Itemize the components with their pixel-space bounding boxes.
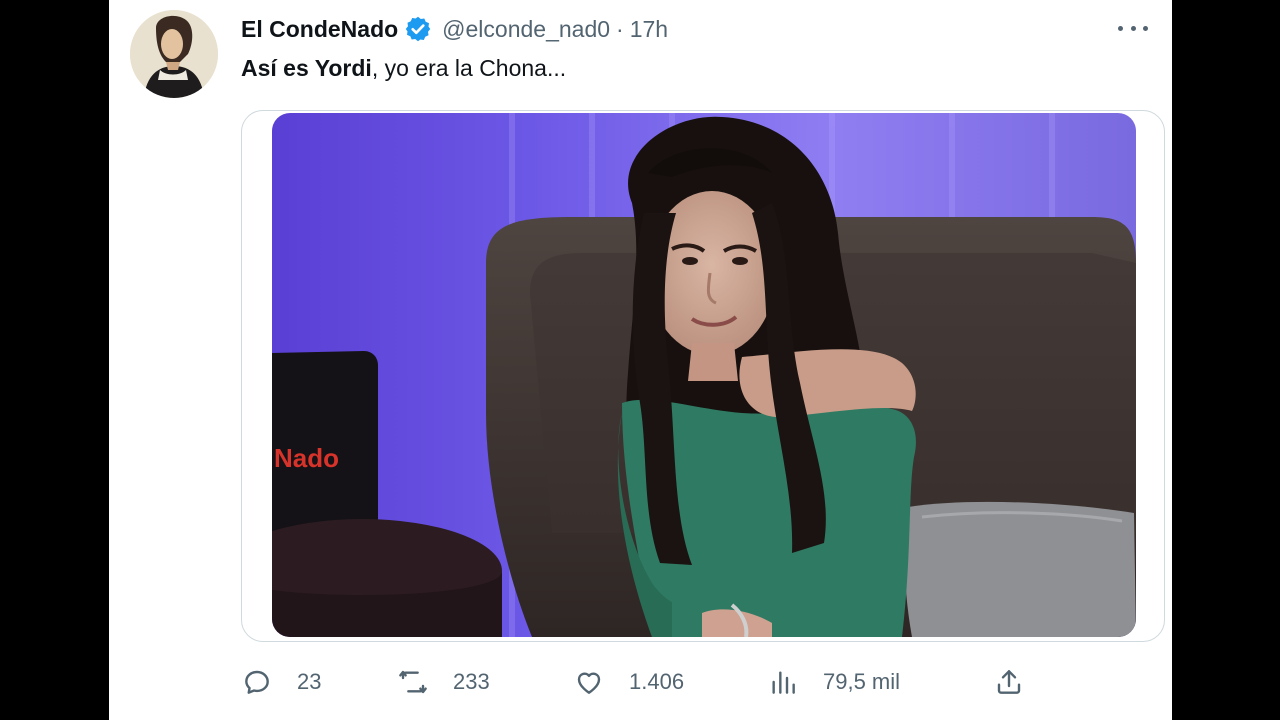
retweet-icon bbox=[399, 670, 427, 694]
tweet-text-rest: , yo era la Chona... bbox=[371, 55, 567, 81]
verified-badge-icon bbox=[404, 15, 432, 43]
timestamp[interactable]: 17h bbox=[630, 16, 668, 43]
reply-icon bbox=[245, 670, 269, 694]
photo-image: Nado bbox=[272, 113, 1136, 637]
views-button[interactable]: 79,5 mil bbox=[767, 662, 900, 702]
tweet-text-bold: Así es Yordi bbox=[241, 55, 372, 81]
action-bar: 23 233 1.406 79,5 mil bbox=[241, 662, 1031, 702]
share-icon bbox=[997, 670, 1021, 694]
separator-dot: · bbox=[616, 15, 624, 42]
tweet-card[interactable]: El CondeNado @elconde_nad0 · 17h Así es … bbox=[109, 0, 1172, 720]
media-frame[interactable]: Nado bbox=[241, 110, 1165, 642]
laptop-logo-text: Nado bbox=[274, 443, 339, 473]
views-count: 79,5 mil bbox=[823, 669, 901, 694]
reply-count: 23 bbox=[297, 669, 322, 694]
views-icon bbox=[772, 671, 795, 694]
display-name[interactable]: El CondeNado bbox=[241, 16, 398, 43]
tweet-header: El CondeNado @elconde_nad0 · 17h bbox=[241, 12, 668, 46]
avatar[interactable] bbox=[130, 10, 218, 98]
like-icon bbox=[577, 672, 601, 694]
handle[interactable]: @elconde_nad0 bbox=[442, 16, 610, 43]
share-button[interactable] bbox=[993, 662, 1025, 702]
tweet-text: Así es Yordi, yo era la Chona... bbox=[241, 55, 566, 82]
retweet-button[interactable]: 233 bbox=[397, 662, 490, 702]
more-icon[interactable] bbox=[1118, 18, 1148, 38]
avatar-image bbox=[130, 10, 218, 98]
like-button[interactable]: 1.406 bbox=[573, 662, 684, 702]
reply-button[interactable]: 23 bbox=[241, 662, 321, 702]
retweet-count: 233 bbox=[453, 669, 490, 694]
tweet-photo[interactable]: Nado bbox=[272, 113, 1136, 637]
like-count: 1.406 bbox=[629, 669, 685, 694]
